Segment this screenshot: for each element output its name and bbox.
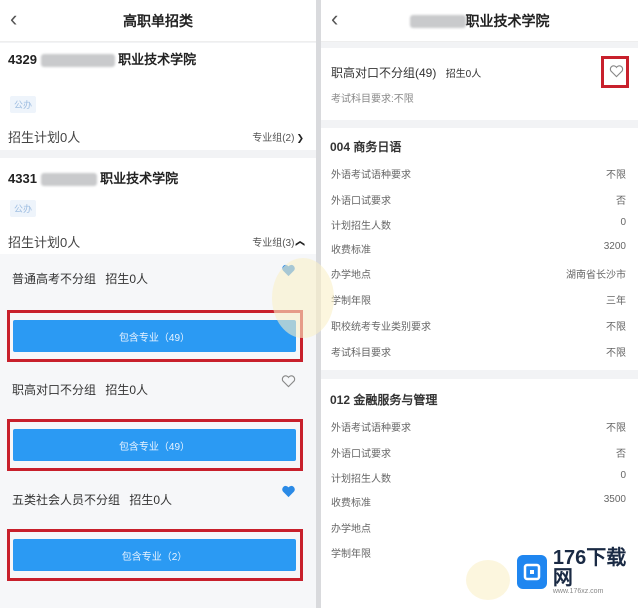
info-row: 考试科目要求 不限 [331, 348, 626, 359]
major-title: 004 商务日语 [330, 140, 402, 154]
info-row: 办学地点 [331, 524, 371, 535]
group-enroll: 招生0人 [105, 383, 149, 397]
group-header-card: 职高对口不分组(49) 招生0人 考试科目要求:不限 [321, 48, 638, 120]
page-title: 高职单招类 [123, 12, 193, 29]
school-name: 职业技术学院 [100, 171, 179, 186]
back-icon[interactable]: ‹ [331, 6, 338, 32]
favorite-heart-icon[interactable] [281, 485, 296, 498]
group-title: 职高对口不分组(49) [331, 66, 437, 80]
major-title: 012 金融服务与管理 [330, 393, 438, 407]
info-row: 计划招生人数 0 [331, 470, 626, 485]
left-navbar: ‹ 高职单招类 [0, 0, 316, 42]
brand-logo-icon [517, 554, 547, 589]
school-card[interactable]: 4329 职业技术学院 公办 招生计划0人 专业组(2) ❯ [0, 43, 316, 150]
enroll-plan: 招生计划0人 [8, 235, 81, 250]
brand-domain: www.176xz.com [552, 588, 604, 595]
group-enroll: 招生0人 [105, 272, 149, 286]
group-label: 职高对口不分组 [12, 383, 97, 397]
chevron-down-icon: ❯ [296, 133, 304, 143]
blurred-name [40, 54, 115, 68]
group-item: 五类社会人员不分组 招生0人 [12, 491, 172, 508]
info-row: 收费标准 3200 [331, 241, 626, 256]
school-type-badge: 公办 [10, 200, 37, 217]
school-type-badge: 公办 [10, 96, 37, 113]
group-label: 普通高考不分组 [12, 272, 97, 286]
info-row: 收费标准 3500 [331, 494, 626, 509]
enroll-plan: 招生计划0人 [8, 130, 81, 145]
info-row: 外语考试语种要求 不限 [331, 170, 626, 181]
info-row: 外语考试语种要求 不限 [331, 423, 626, 434]
major-group-toggle[interactable]: 专业组(2) ❯ [252, 129, 304, 144]
included-majors-button[interactable]: 包含专业（49） [13, 320, 296, 352]
blurred-name [409, 15, 466, 29]
info-row: 办学地点 湖南省长沙市 [331, 270, 626, 281]
favorite-heart-outline-icon[interactable] [609, 65, 624, 78]
left-screen: ‹ 高职单招类 4329 职业技术学院 公办 招生计划0人 专业组(2) ❯ 43… [0, 0, 316, 608]
chevron-up-icon: ❯ [294, 239, 305, 248]
subject-requirement: 考试科目要求:不限 [331, 94, 414, 105]
watermark-mascot [272, 258, 334, 338]
major-group-toggle[interactable]: 专业组(3)❯ [252, 234, 305, 249]
included-majors-button[interactable]: 包含专业（2） [13, 539, 296, 571]
group-label: 五类社会人员不分组 [12, 493, 121, 507]
group-title-row: 职高对口不分组(49) 招生0人 [331, 64, 481, 81]
watermark-mascot [466, 560, 510, 600]
school-card[interactable]: 4331 职业技术学院 公办 招生计划0人 专业组(3)❯ [0, 158, 316, 254]
school-code: 4329 [8, 52, 37, 67]
page-title: 职业技术学院 [409, 11, 550, 31]
info-row: 计划招生人数 0 [331, 217, 626, 232]
info-row: 外语口试要求否 [331, 449, 626, 460]
group-item: 普通高考不分组 招生0人 [12, 270, 148, 287]
favorite-heart-outline-icon[interactable] [281, 375, 296, 388]
info-row: 外语口试要求否 [331, 196, 626, 207]
right-navbar: ‹ 职业技术学院 [321, 0, 638, 42]
school-code: 4331 [8, 171, 37, 186]
included-majors-button[interactable]: 包含专业（49） [13, 429, 296, 461]
right-screen: ‹ 职业技术学院 职高对口不分组(49) 招生0人 考试科目要求:不限 004 … [321, 0, 638, 608]
info-row: 职校统考专业类别要求 不限 [331, 322, 626, 333]
group-item: 职高对口不分组 招生0人 [12, 381, 148, 398]
group-enroll: 招生0人 [129, 493, 173, 507]
brand-name: 176下载网 [552, 547, 627, 589]
school-name: 职业技术学院 [118, 52, 197, 67]
group-enroll: 招生0人 [445, 69, 482, 80]
group-list: 普通高考不分组 招生0人 包含专业（49） 职高对口不分组 招生0人 包含专业（… [0, 254, 316, 608]
back-icon[interactable]: ‹ [10, 6, 17, 32]
major-card: 004 商务日语 外语考试语种要求 不限 外语口试要求否 计划招生人数 0 收费标准… [321, 128, 638, 370]
info-row: 学制年限 三年 [331, 296, 626, 307]
site-watermark: 176下载网 www.176xz.com [513, 546, 638, 597]
blurred-name [40, 173, 97, 187]
